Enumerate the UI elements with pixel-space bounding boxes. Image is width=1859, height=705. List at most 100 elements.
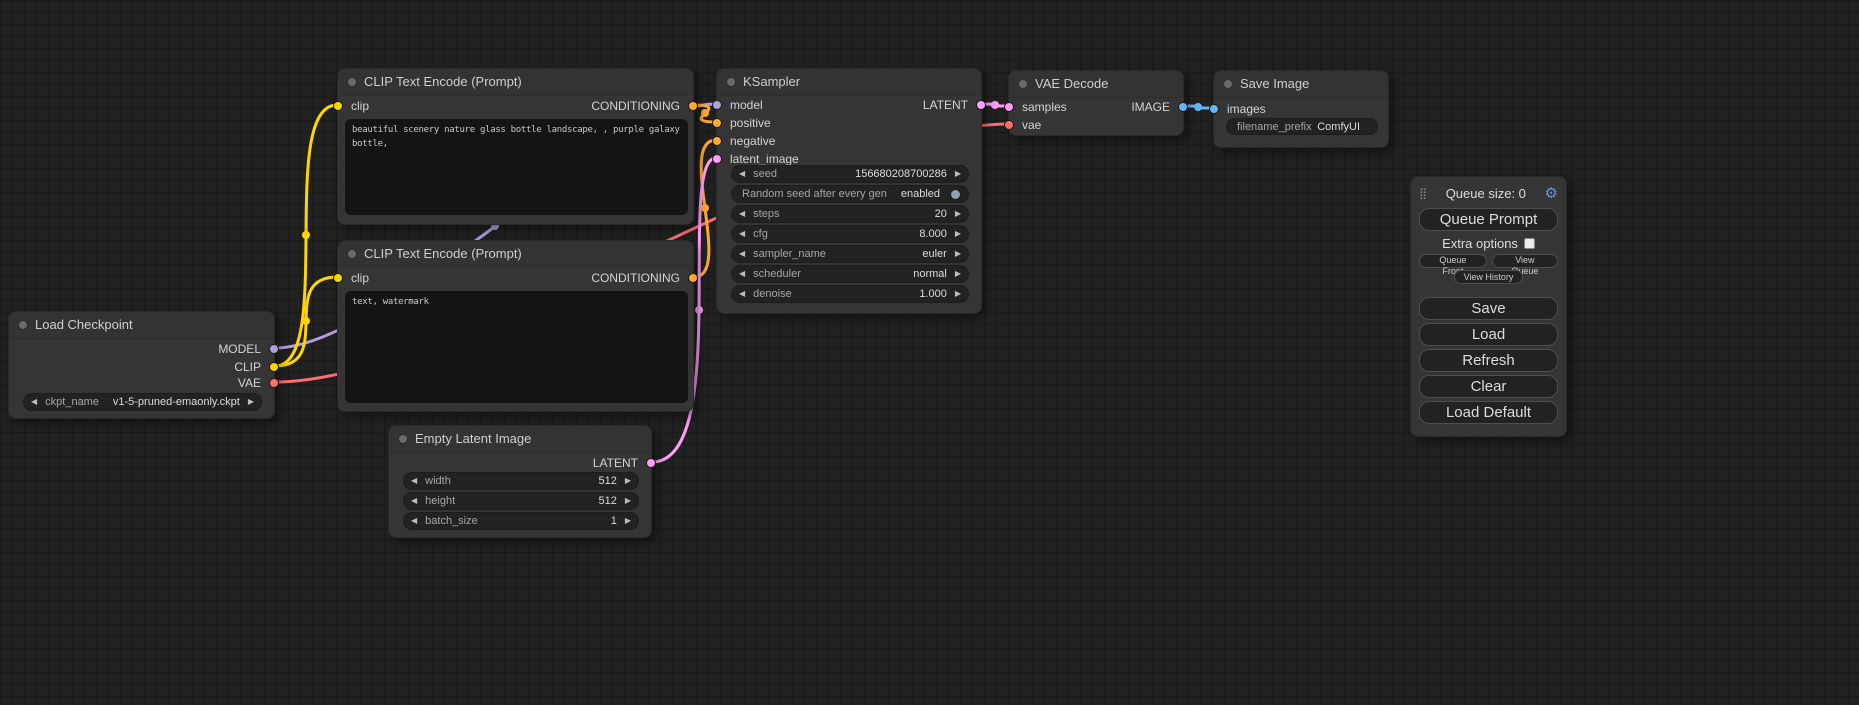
decrement-arrow-icon[interactable]: ◀ xyxy=(411,477,417,485)
increment-arrow-icon[interactable]: ▶ xyxy=(955,270,961,278)
extra-options-checkbox[interactable] xyxy=(1524,238,1535,249)
collapse-dot[interactable] xyxy=(18,320,28,330)
widget-sampler-name[interactable]: ◀ sampler_name euler ▶ xyxy=(731,245,969,263)
load-button[interactable]: Load xyxy=(1419,323,1558,346)
queue-prompt-button[interactable]: Queue Prompt xyxy=(1419,208,1558,231)
latent-slot-dot[interactable] xyxy=(976,100,986,110)
widget-filename-prefix[interactable]: filename_prefix ComfyUI xyxy=(1226,118,1378,135)
widget-ckpt-name[interactable]: ◀ ckpt_name v1-5-pruned-emaonly.ckpt ▶ xyxy=(23,393,262,411)
decrement-arrow-icon[interactable]: ◀ xyxy=(739,170,745,178)
increment-arrow-icon[interactable]: ▶ xyxy=(955,210,961,218)
drag-handle-icon[interactable]: ⣿ xyxy=(1419,187,1427,200)
slot-label: vae xyxy=(1022,118,1041,132)
node-title-bar[interactable]: Load Checkpoint xyxy=(9,312,274,339)
decrement-arrow-icon[interactable]: ◀ xyxy=(739,250,745,258)
decrement-arrow-icon[interactable]: ◀ xyxy=(739,210,745,218)
wire-midpoint-dot xyxy=(701,109,709,117)
node-clip-text-encode-negative[interactable]: CLIP Text Encode (Prompt) clip CONDITION… xyxy=(337,240,694,412)
widget-steps[interactable]: ◀ steps 20 ▶ xyxy=(731,205,969,223)
wire-clip-to-positive xyxy=(275,105,337,366)
collapse-dot[interactable] xyxy=(398,434,408,444)
widget-scheduler[interactable]: ◀ scheduler normal ▶ xyxy=(731,265,969,283)
widget-cfg[interactable]: ◀ cfg 8.000 ▶ xyxy=(731,225,969,243)
widget-batch-size[interactable]: ◀ batch_size 1 ▶ xyxy=(403,512,639,530)
random-seed-toggle-dot[interactable] xyxy=(950,189,961,200)
wire-midpoint-dot xyxy=(701,204,709,212)
input-slot-vae: vae xyxy=(1009,118,1183,132)
node-empty-latent-image[interactable]: Empty Latent Image LATENT ◀ width 512 ▶ … xyxy=(388,425,652,538)
decrement-arrow-icon[interactable]: ◀ xyxy=(739,290,745,298)
node-title-bar[interactable]: Empty Latent Image xyxy=(389,426,651,453)
decrement-arrow-icon[interactable]: ◀ xyxy=(739,270,745,278)
slot-label: CONDITIONING xyxy=(591,271,680,285)
collapse-dot[interactable] xyxy=(726,77,736,87)
wire-clip-to-negative xyxy=(275,277,337,366)
node-save-image[interactable]: Save Image images filename_prefix ComfyU… xyxy=(1213,70,1389,148)
conditioning-slot-dot[interactable] xyxy=(688,273,698,283)
image-slot-dot[interactable] xyxy=(1178,102,1188,112)
node-load-checkpoint[interactable]: Load Checkpoint MODEL CLIP VAE ◀ ckpt_na… xyxy=(8,311,275,419)
collapse-dot[interactable] xyxy=(347,249,357,259)
conditioning-slot-dot[interactable] xyxy=(688,101,698,111)
view-queue-button[interactable]: View Queue xyxy=(1492,254,1558,268)
decrement-arrow-icon[interactable]: ◀ xyxy=(31,398,37,406)
collapse-dot[interactable] xyxy=(1018,79,1028,89)
save-button[interactable]: Save xyxy=(1419,297,1558,320)
increment-arrow-icon[interactable]: ▶ xyxy=(955,250,961,258)
node-title-bar[interactable]: KSampler xyxy=(717,69,981,96)
decrement-arrow-icon[interactable]: ◀ xyxy=(411,497,417,505)
queue-front-button[interactable]: Queue Front xyxy=(1419,254,1487,268)
positive-prompt-textarea[interactable]: beautiful scenery nature glass bottle la… xyxy=(345,119,688,215)
widget-seed[interactable]: ◀ seed 156680208700286 ▶ xyxy=(731,165,969,183)
node-title: Load Checkpoint xyxy=(35,317,133,332)
clip-slot-dot[interactable] xyxy=(269,362,279,372)
node-title-bar[interactable]: VAE Decode xyxy=(1009,71,1183,98)
widget-height[interactable]: ◀ height 512 ▶ xyxy=(403,492,639,510)
increment-arrow-icon[interactable]: ▶ xyxy=(955,290,961,298)
input-slot-images: images xyxy=(1214,102,1388,116)
refresh-button[interactable]: Refresh xyxy=(1419,349,1558,372)
vae-slot-dot[interactable] xyxy=(269,378,279,388)
increment-arrow-icon[interactable]: ▶ xyxy=(625,477,631,485)
queue-size-label: Queue size: 0 xyxy=(1446,186,1526,201)
model-slot-dot[interactable] xyxy=(269,344,279,354)
node-title-bar[interactable]: CLIP Text Encode (Prompt) xyxy=(338,241,693,268)
latent-slot-dot[interactable] xyxy=(712,154,722,164)
increment-arrow-icon[interactable]: ▶ xyxy=(248,398,254,406)
wire-midpoint-dot xyxy=(1194,103,1202,111)
node-ksampler[interactable]: KSampler model positive negative latent_… xyxy=(716,68,982,314)
decrement-arrow-icon[interactable]: ◀ xyxy=(411,517,417,525)
node-clip-text-encode-positive[interactable]: CLIP Text Encode (Prompt) clip CONDITION… xyxy=(337,68,694,225)
input-slot-negative: negative xyxy=(717,134,981,148)
conditioning-slot-dot[interactable] xyxy=(712,118,722,128)
slot-label: CONDITIONING xyxy=(591,99,680,113)
load-default-button[interactable]: Load Default xyxy=(1419,401,1558,424)
increment-arrow-icon[interactable]: ▶ xyxy=(625,497,631,505)
view-history-button[interactable]: View History xyxy=(1454,270,1524,284)
widget-width[interactable]: ◀ width 512 ▶ xyxy=(403,472,639,490)
widget-random-seed[interactable]: Random seed after every gen enabled xyxy=(731,185,969,203)
slot-label: latent_image xyxy=(730,152,799,166)
collapse-dot[interactable] xyxy=(347,77,357,87)
wire-midpoint-dot xyxy=(695,306,703,314)
conditioning-slot-dot[interactable] xyxy=(712,136,722,146)
clear-button[interactable]: Clear xyxy=(1419,375,1558,398)
decrement-arrow-icon[interactable]: ◀ xyxy=(739,230,745,238)
image-slot-dot[interactable] xyxy=(1209,104,1219,114)
latent-slot-dot[interactable] xyxy=(646,458,656,468)
increment-arrow-icon[interactable]: ▶ xyxy=(625,517,631,525)
increment-arrow-icon[interactable]: ▶ xyxy=(955,170,961,178)
node-title-bar[interactable]: Save Image xyxy=(1214,71,1388,98)
widget-denoise[interactable]: ◀ denoise 1.000 ▶ xyxy=(731,285,969,303)
negative-prompt-textarea[interactable]: text, watermark xyxy=(345,291,688,403)
collapse-dot[interactable] xyxy=(1223,79,1233,89)
slot-label: LATENT xyxy=(923,98,968,112)
node-vae-decode[interactable]: VAE Decode samples vae IMAGE xyxy=(1008,70,1184,136)
increment-arrow-icon[interactable]: ▶ xyxy=(955,230,961,238)
vae-slot-dot[interactable] xyxy=(1004,120,1014,130)
slot-label: CLIP xyxy=(234,360,261,374)
node-title-bar[interactable]: CLIP Text Encode (Prompt) xyxy=(338,69,693,96)
node-graph-canvas[interactable]: Load Checkpoint MODEL CLIP VAE ◀ ckpt_na… xyxy=(0,0,1859,705)
output-slot-conditioning: CONDITIONING xyxy=(338,271,693,285)
settings-gear-icon[interactable]: ⚙ xyxy=(1545,184,1558,202)
